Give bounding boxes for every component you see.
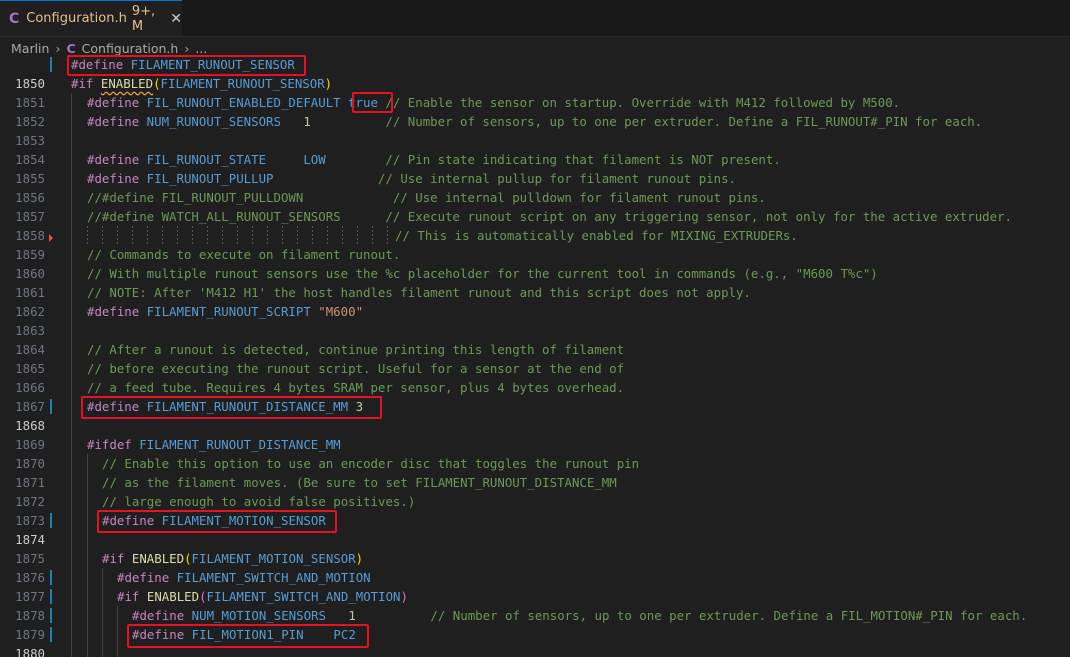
directive: #define bbox=[87, 152, 140, 167]
code-line: 1861 // With multiple runout sensors use… bbox=[0, 264, 1070, 300]
code-line: 1852 #define FIL_RUNOUT_ENABLED_DEFAULT … bbox=[0, 93, 1070, 129]
comment: // large enough to avoid false positives… bbox=[102, 494, 416, 509]
macro-call: ENABLED bbox=[131, 551, 185, 566]
chevron-right-icon: › bbox=[184, 40, 190, 56]
code-line: 1865 // After a runout is detected, cont… bbox=[0, 340, 1070, 376]
directive: #define bbox=[132, 608, 185, 623]
breadcrumb-file[interactable]: Configuration.h bbox=[82, 41, 179, 56]
code-editor[interactable]: 1850 #define FILAMENT_RUNOUT_SENSOR 1851… bbox=[0, 55, 1070, 657]
directive: #define bbox=[87, 304, 140, 319]
comment: // Commands to execute on filament runou… bbox=[87, 247, 401, 262]
directive: #if bbox=[102, 551, 125, 566]
code-line: 1851 #if ENABLED(FILAMENT_RUNOUT_SENSOR) bbox=[0, 74, 1070, 110]
macro-name: FILAMENT_MOTION_SENSOR bbox=[191, 551, 356, 566]
code-line: 1870 #ifdef FILAMENT_RUNOUT_DISTANCE_MM bbox=[0, 435, 1070, 471]
value-low: LOW bbox=[303, 152, 326, 167]
macro-name: NUM_MOTION_SENSORS bbox=[184, 608, 349, 623]
macro-name: FIL_RUNOUT_STATE bbox=[139, 152, 304, 167]
directive: #define bbox=[117, 570, 170, 585]
comment: //#define WATCH_ALL_RUNOUT_SENSORS // Ex… bbox=[87, 209, 1013, 224]
c-file-icon: C bbox=[66, 40, 76, 56]
comment: // Number of sensors, up to one per extr… bbox=[310, 114, 983, 129]
breadcrumb-root[interactable]: Marlin bbox=[11, 41, 49, 56]
macro-name: FIL_RUNOUT_PULLUP bbox=[139, 171, 274, 186]
directive: #if bbox=[71, 76, 94, 91]
modified-line-marker[interactable] bbox=[50, 57, 52, 72]
macro-name: FIL_RUNOUT_ENABLED_DEFAULT bbox=[139, 95, 349, 110]
highlight-box-runout-sensor bbox=[67, 55, 306, 76]
macro-call: ENABLED bbox=[146, 589, 200, 604]
modified-line-marker[interactable] bbox=[50, 399, 52, 414]
macro-name: FILAMENT_SWITCH_AND_MOTION bbox=[169, 570, 371, 585]
code-line: 1871 // Enable this option to use an enc… bbox=[0, 454, 1070, 490]
modified-line-marker[interactable] bbox=[50, 589, 52, 604]
highlight-box-runout-distance bbox=[81, 396, 382, 419]
comment: // Use internal pullup for filament runo… bbox=[273, 171, 737, 186]
folding-arrow-icon[interactable] bbox=[49, 234, 53, 242]
tab-bar: C Configuration.h 9+, M ✕ bbox=[0, 0, 1070, 37]
code-line: 1860 // Commands to execute on filament … bbox=[0, 245, 1070, 281]
code-line: 1873 // large enough to avoid false posi… bbox=[0, 492, 1070, 528]
tab-status-badge: 9+, M bbox=[131, 3, 156, 34]
comment: // a feed tube. Requires 4 bytes SRAM pe… bbox=[87, 380, 625, 395]
code-line: 1859 // This is automatically enabled fo… bbox=[0, 226, 1070, 262]
comment: // NOTE: After 'M412 H1' the host handle… bbox=[87, 285, 751, 300]
code-line: 1876 #if ENABLED(FILAMENT_MOTION_SENSOR) bbox=[0, 549, 1070, 585]
tab-filename: Configuration.h bbox=[26, 11, 127, 26]
code-line: 1858 //#define WATCH_ALL_RUNOUT_SENSORS … bbox=[0, 207, 1070, 243]
comment: // Enable the sensor on startup. Overrid… bbox=[377, 95, 901, 110]
code-line: 1862 // NOTE: After 'M412 H1' the host h… bbox=[0, 283, 1070, 319]
directive: #define bbox=[87, 95, 140, 110]
number-value: 1 bbox=[348, 608, 356, 623]
highlight-box-true bbox=[352, 92, 393, 113]
modified-line-marker[interactable] bbox=[50, 570, 52, 585]
editor-tab-configuration[interactable]: C Configuration.h 9+, M ✕ bbox=[0, 0, 182, 36]
directive: #define bbox=[87, 171, 140, 186]
modified-line-marker[interactable] bbox=[50, 513, 52, 528]
comment: // as the filament moves. (Be sure to se… bbox=[102, 475, 617, 490]
code-line: 1867 // a feed tube. Requires 4 bytes SR… bbox=[0, 378, 1070, 414]
macro-name: FILAMENT_SWITCH_AND_MOTION bbox=[206, 589, 401, 604]
directive: #define bbox=[87, 114, 140, 129]
number-value: 1 bbox=[303, 114, 311, 129]
code-line: 1879 #define NUM_MOTION_SENSORS 1 // Num… bbox=[0, 606, 1070, 642]
directive: #if bbox=[117, 589, 140, 604]
modified-line-marker[interactable] bbox=[50, 608, 52, 623]
code-line: 1872 // as the filament moves. (Be sure … bbox=[0, 473, 1070, 509]
comment: // before executing the runout script. U… bbox=[87, 361, 625, 376]
comment: // After a runout is detected, continue … bbox=[87, 342, 625, 357]
comment: // Pin state indicating that filament is… bbox=[325, 152, 781, 167]
code-line: 1863 #define FILAMENT_RUNOUT_SCRIPT "M60… bbox=[0, 302, 1070, 338]
highlight-box-motion-sensor bbox=[97, 510, 337, 533]
code-line: 1855 #define FIL_RUNOUT_STATE LOW // Pin… bbox=[0, 150, 1070, 186]
code-line: 1864 bbox=[0, 321, 1070, 357]
comment: //#define FIL_RUNOUT_PULLDOWN // Use int… bbox=[87, 190, 766, 205]
code-line: 1877 #define FILAMENT_SWITCH_AND_MOTION bbox=[0, 568, 1070, 604]
comment: // With multiple runout sensors use the … bbox=[87, 266, 878, 281]
code-line: 1857 //#define FIL_RUNOUT_PULLDOWN // Us… bbox=[0, 188, 1070, 224]
comment: // This is automatically enabled for MIX… bbox=[395, 228, 798, 243]
code-line: 1878 #if ENABLED(FILAMENT_SWITCH_AND_MOT… bbox=[0, 587, 1070, 623]
code-line: 1856 #define FIL_RUNOUT_PULLUP // Use in… bbox=[0, 169, 1070, 205]
macro-name: FILAMENT_RUNOUT_SCRIPT bbox=[139, 304, 319, 319]
close-icon[interactable]: ✕ bbox=[170, 11, 182, 27]
comment: // Enable this option to use an encoder … bbox=[102, 456, 640, 471]
breadcrumb-more[interactable]: ... bbox=[195, 41, 207, 56]
code-line: 1854 bbox=[0, 131, 1070, 167]
directive: #ifdef bbox=[87, 437, 132, 452]
modified-line-marker[interactable] bbox=[50, 627, 52, 642]
highlight-box-motion-pin bbox=[127, 624, 369, 648]
macro-name: NUM_RUNOUT_SENSORS bbox=[139, 114, 304, 129]
comment: // Number of sensors, up to one per extr… bbox=[355, 608, 1028, 623]
code-line: 1853 #define NUM_RUNOUT_SENSORS 1 // Num… bbox=[0, 112, 1070, 148]
macro-name: FILAMENT_RUNOUT_DISTANCE_MM bbox=[131, 437, 341, 452]
string-value: "M600" bbox=[318, 304, 364, 319]
chevron-right-icon: › bbox=[55, 40, 61, 56]
code-line: 1866 // before executing the runout scri… bbox=[0, 359, 1070, 395]
macro-name: FILAMENT_RUNOUT_SENSOR bbox=[160, 76, 325, 91]
macro-call: ENABLED bbox=[100, 76, 154, 91]
c-file-icon: C bbox=[9, 10, 20, 27]
